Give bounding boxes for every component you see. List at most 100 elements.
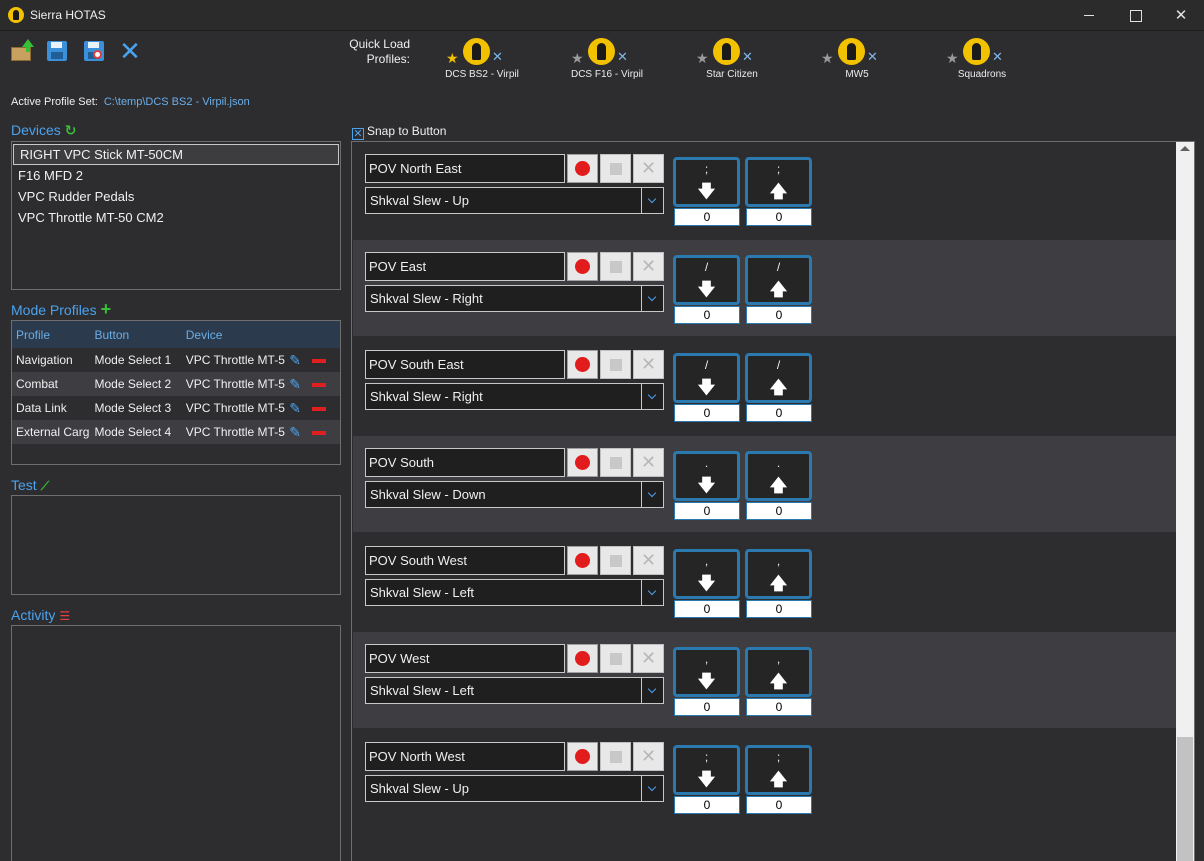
maximize-button[interactable] [1112, 0, 1158, 31]
key-up-tile[interactable]: / 🡅 [745, 353, 812, 403]
button-name-field[interactable]: POV West [365, 644, 565, 673]
key-down-delay-input[interactable]: 0 [674, 208, 740, 226]
record-macro-button[interactable] [567, 252, 598, 281]
button-name-field[interactable]: POV East [365, 252, 565, 281]
refresh-icon[interactable]: ↻ [65, 122, 77, 138]
favorite-star-icon[interactable]: ★ [446, 50, 459, 67]
stop-record-button[interactable] [600, 252, 631, 281]
key-up-tile[interactable]: , 🡅 [745, 647, 812, 697]
edit-pencil-icon[interactable]: ✎ [287, 420, 310, 444]
delete-minus-icon[interactable] [310, 396, 340, 420]
key-up-delay-input[interactable]: 0 [746, 796, 812, 814]
key-down-tile[interactable]: / 🡇 [673, 255, 740, 305]
key-up-delay-input[interactable]: 0 [746, 306, 812, 324]
minimize-button[interactable] [1066, 0, 1112, 31]
key-down-delay-input[interactable]: 0 [674, 404, 740, 422]
quick-load-profile[interactable]: ★ ✕ DCS F16 - Virpil [552, 36, 662, 84]
action-dropdown[interactable]: Shkval Slew - Up [365, 187, 664, 214]
edit-pencil-icon[interactable]: ✎ [287, 372, 310, 396]
key-down-tile[interactable]: / 🡇 [673, 353, 740, 403]
scrollbar-thumb[interactable] [1177, 737, 1193, 861]
favorite-star-icon[interactable]: ★ [696, 50, 709, 67]
stop-record-button[interactable] [600, 350, 631, 379]
close-window-button[interactable]: ✕ [1158, 0, 1204, 31]
stop-record-button[interactable] [600, 448, 631, 477]
record-macro-button[interactable] [567, 154, 598, 183]
remove-profile-icon[interactable]: ✕ [742, 49, 753, 65]
device-item[interactable]: VPC Throttle MT-50 CM2 [12, 207, 340, 228]
chevron-down-icon[interactable] [641, 482, 663, 507]
quick-load-profile[interactable]: ★ ✕ Star Citizen [677, 36, 787, 84]
column-button[interactable]: Button [90, 321, 182, 348]
device-item[interactable]: F16 MFD 2 [12, 165, 340, 186]
button-name-field[interactable]: POV South [365, 448, 565, 477]
device-item[interactable]: VPC Rudder Pedals [12, 186, 340, 207]
key-down-delay-input[interactable]: 0 [674, 306, 740, 324]
checkbox-checked-icon[interactable]: ✕ [352, 128, 364, 140]
edit-pencil-icon[interactable]: ✎ [287, 396, 309, 420]
chevron-down-icon[interactable] [641, 678, 663, 703]
key-up-tile[interactable]: , 🡅 [745, 549, 812, 599]
edit-pencil-icon[interactable]: ✎ [287, 348, 309, 372]
clear-macro-button[interactable]: ✕ [633, 252, 664, 281]
key-down-tile[interactable]: , 🡇 [673, 549, 740, 599]
add-mode-profile-icon[interactable]: + [101, 299, 112, 319]
quick-load-profile[interactable]: ★ ✕ Squadrons [927, 36, 1037, 84]
save-as-button[interactable] [82, 39, 106, 63]
remove-profile-icon[interactable]: ✕ [492, 49, 503, 65]
column-device[interactable]: Device [181, 321, 288, 348]
action-dropdown[interactable]: Shkval Slew - Left [365, 579, 664, 606]
key-up-delay-input[interactable]: 0 [746, 502, 812, 520]
record-macro-button[interactable] [567, 350, 598, 379]
key-down-delay-input[interactable]: 0 [674, 600, 740, 618]
key-up-tile[interactable]: / 🡅 [745, 255, 812, 305]
chevron-down-icon[interactable] [641, 188, 663, 213]
column-profile[interactable]: Profile [12, 321, 91, 348]
key-down-tile[interactable]: , 🡇 [673, 647, 740, 697]
table-row[interactable]: Navigation Mode Select 1 VPC Throttle MT-5… [12, 348, 340, 372]
clear-macro-button[interactable]: ✕ [633, 448, 664, 477]
record-macro-button[interactable] [567, 742, 598, 771]
table-row[interactable]: Combat Mode Select 2 VPC Throttle MT-5 ✎ [12, 372, 340, 396]
vertical-scrollbar[interactable] [1176, 142, 1194, 861]
button-name-field[interactable]: POV North West [365, 742, 565, 771]
action-dropdown[interactable]: Shkval Slew - Down [365, 481, 664, 508]
record-macro-button[interactable] [567, 644, 598, 673]
key-up-delay-input[interactable]: 0 [746, 698, 812, 716]
quick-load-profile[interactable]: ★ ✕ DCS BS2 - Virpil [427, 36, 537, 84]
clear-macro-button[interactable]: ✕ [633, 546, 664, 575]
stop-record-button[interactable] [600, 154, 631, 183]
key-down-tile[interactable]: . 🡇 [673, 451, 740, 501]
key-up-delay-input[interactable]: 0 [746, 600, 812, 618]
key-up-tile[interactable]: . 🡅 [745, 451, 812, 501]
chevron-down-icon[interactable] [641, 580, 663, 605]
clear-macro-button[interactable]: ✕ [633, 644, 664, 673]
key-down-delay-input[interactable]: 0 [674, 698, 740, 716]
key-down-delay-input[interactable]: 0 [674, 796, 740, 814]
action-dropdown[interactable]: Shkval Slew - Right [365, 383, 664, 410]
action-dropdown[interactable]: Shkval Slew - Right [365, 285, 664, 312]
active-profile-path[interactable]: C:\temp\DCS BS2 - Virpil.json [104, 96, 250, 108]
key-down-tile[interactable]: ; 🡇 [673, 745, 740, 795]
remove-profile-icon[interactable]: ✕ [617, 49, 628, 65]
stop-record-button[interactable] [600, 546, 631, 575]
action-dropdown[interactable]: Shkval Slew - Left [365, 677, 664, 704]
delete-minus-icon[interactable] [310, 348, 340, 372]
delete-minus-icon[interactable] [309, 420, 340, 444]
stop-record-button[interactable] [600, 742, 631, 771]
key-down-delay-input[interactable]: 0 [674, 502, 740, 520]
stop-record-button[interactable] [600, 644, 631, 673]
favorite-star-icon[interactable]: ★ [571, 50, 584, 67]
table-row[interactable]: Data Link Mode Select 3 VPC Throttle MT-5 ✎ [12, 396, 340, 420]
key-up-tile[interactable]: ; 🡅 [745, 745, 812, 795]
favorite-star-icon[interactable]: ★ [821, 50, 834, 67]
button-name-field[interactable]: POV North East [365, 154, 565, 183]
clear-macro-button[interactable]: ✕ [633, 350, 664, 379]
clear-log-icon[interactable]: ☰ [59, 609, 70, 623]
remove-profile-icon[interactable]: ✕ [992, 49, 1003, 65]
quick-load-profile[interactable]: ★ ✕ MW5 [802, 36, 912, 84]
chevron-down-icon[interactable] [641, 384, 663, 409]
clear-macro-button[interactable]: ✕ [633, 742, 664, 771]
snap-to-button-checkbox[interactable]: ✕ Snap to Button [352, 124, 446, 140]
key-up-delay-input[interactable]: 0 [746, 404, 812, 422]
